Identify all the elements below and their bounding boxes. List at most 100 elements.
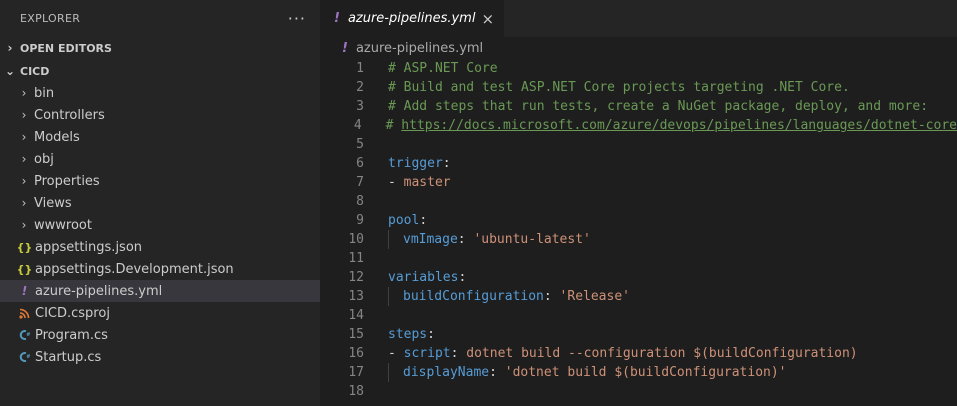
colon: : [442, 156, 451, 171]
file-azure-pipelines-yml[interactable]: ! azure-pipelines.yml [0, 280, 320, 302]
json-file-icon: {} [16, 262, 33, 276]
line-number: 11 [348, 251, 364, 266]
chevron-right-icon: › [21, 152, 27, 166]
folder-label: wwwroot [34, 217, 92, 233]
file-cicd-csproj[interactable]: CICD.csproj [0, 302, 320, 324]
explorer-header: EXPLORER ··· [0, 0, 320, 37]
line-number: 17 [348, 365, 364, 380]
file-label: appsettings.Development.json [35, 261, 234, 277]
indent-guide [388, 230, 403, 249]
code-editor[interactable]: 1 # ASP.NET Core 2 # Build and test ASP.… [320, 59, 957, 401]
json-file-icon: {} [16, 240, 33, 254]
project-section[interactable]: ⌄ CICD [0, 60, 320, 82]
code-line: 8 [320, 192, 957, 211]
dash: - [388, 175, 404, 190]
line-number: 10 [348, 232, 364, 247]
line-number: 12 [348, 270, 364, 285]
code-line: 3 # Add steps that run tests, create a N… [320, 97, 957, 116]
code-line: 6 trigger: [320, 154, 957, 173]
breadcrumb-label: azure-pipelines.yml [355, 40, 484, 56]
chevron-down-icon: ⌄ [4, 64, 16, 78]
rss-file-icon [16, 308, 33, 319]
open-editors-label: OPEN EDITORS [20, 41, 112, 55]
yaml-key: script [403, 346, 451, 361]
svg-text:#: # [26, 332, 30, 338]
folder-label: obj [34, 151, 54, 167]
colon: : [543, 289, 552, 304]
explorer-title: EXPLORER [20, 12, 81, 25]
indent-guide [388, 287, 403, 306]
line-number: 5 [356, 137, 364, 152]
close-icon[interactable]: × [481, 10, 494, 28]
folder-obj[interactable]: › obj [0, 148, 320, 170]
yaml-value: 'Release' [559, 289, 630, 304]
code-line: 7 - master [320, 173, 957, 192]
line-number: 3 [356, 99, 364, 114]
tab-azure-pipelines[interactable]: ! azure-pipelines.yml × [320, 0, 505, 37]
folder-properties[interactable]: › Properties [0, 170, 320, 192]
yaml-key: variables [388, 270, 459, 285]
comment-text: # Build and test ASP.NET Core projects t… [388, 80, 850, 95]
line-number: 13 [348, 289, 364, 304]
chevron-right-icon: › [21, 196, 27, 210]
line-number: 14 [348, 308, 364, 323]
tab-label: azure-pipelines.yml [347, 11, 476, 26]
code-line: 14 [320, 306, 957, 325]
file-label: Program.cs [35, 327, 108, 343]
yaml-value: dotnet build --configuration $(buildConf… [466, 346, 858, 361]
folder-controllers[interactable]: › Controllers [0, 104, 320, 126]
tab-bar: ! azure-pipelines.yml × [320, 0, 957, 37]
code-line: 4 # https://docs.microsoft.com/azure/dev… [320, 116, 957, 135]
csharp-file-icon: # [16, 329, 33, 341]
folder-views[interactable]: › Views [0, 192, 320, 214]
project-label: CICD [20, 64, 50, 78]
line-number: 16 [348, 346, 364, 361]
doc-link[interactable]: https://docs.microsoft.com/azure/devops/… [401, 116, 957, 135]
code-line: 11 [320, 249, 957, 268]
code-line: 18 [320, 382, 957, 401]
file-program-cs[interactable]: # Program.cs [0, 324, 320, 346]
line-number: 7 [356, 175, 364, 190]
colon: : [419, 213, 428, 228]
yaml-key: pool [388, 213, 420, 228]
yaml-value: 'ubuntu-latest' [473, 232, 591, 247]
colon: : [458, 270, 467, 285]
file-appsettings-development-json[interactable]: {} appsettings.Development.json [0, 258, 320, 280]
file-appsettings-json[interactable]: {} appsettings.json [0, 236, 320, 258]
chevron-right-icon: › [21, 130, 27, 144]
folder-wwwroot[interactable]: › wwwroot [0, 214, 320, 236]
colon: : [450, 346, 459, 361]
folder-models[interactable]: › Models [0, 126, 320, 148]
comment-text: # ASP.NET Core [388, 61, 498, 76]
dash: - [388, 346, 404, 361]
code-line: 17 displayName: 'dotnet build $(buildCon… [320, 363, 957, 382]
folder-bin[interactable]: › bin [0, 82, 320, 104]
explorer-sidebar: EXPLORER ··· › OPEN EDITORS ⌄ CICD › bin… [0, 0, 320, 406]
yaml-value: 'dotnet build $(buildConfiguration)' [504, 365, 787, 380]
chevron-right-icon: › [21, 174, 27, 188]
more-actions-icon[interactable]: ··· [288, 9, 306, 28]
line-number: 15 [348, 327, 364, 342]
open-editors-section[interactable]: › OPEN EDITORS [0, 37, 320, 59]
yaml-file-icon: ! [21, 284, 28, 298]
file-label: azure-pipelines.yml [35, 283, 163, 299]
folder-label: Models [34, 129, 80, 145]
code-line: 15 steps: [320, 325, 957, 344]
code-line: 13 buildConfiguration: 'Release' [320, 287, 957, 306]
file-label: CICD.csproj [35, 305, 110, 321]
comment-text: # [385, 118, 402, 133]
code-line: 1 # ASP.NET Core [320, 59, 957, 78]
editor-area: ! azure-pipelines.yml × ! azure-pipeline… [320, 0, 957, 406]
colon: : [489, 365, 497, 380]
chevron-right-icon: › [7, 41, 13, 55]
breadcrumb[interactable]: ! azure-pipelines.yml [320, 37, 957, 59]
yaml-key: displayName [403, 365, 490, 380]
yaml-file-icon: ! [334, 11, 340, 26]
folder-label: Views [34, 195, 72, 211]
comment-text: # Add steps that run tests, create a NuG… [388, 99, 929, 114]
code-line: 2 # Build and test ASP.NET Core projects… [320, 78, 957, 97]
line-number: 18 [348, 384, 364, 399]
file-startup-cs[interactable]: # Startup.cs [0, 346, 320, 368]
yaml-value: master [403, 175, 451, 190]
folder-label: Controllers [34, 107, 105, 123]
